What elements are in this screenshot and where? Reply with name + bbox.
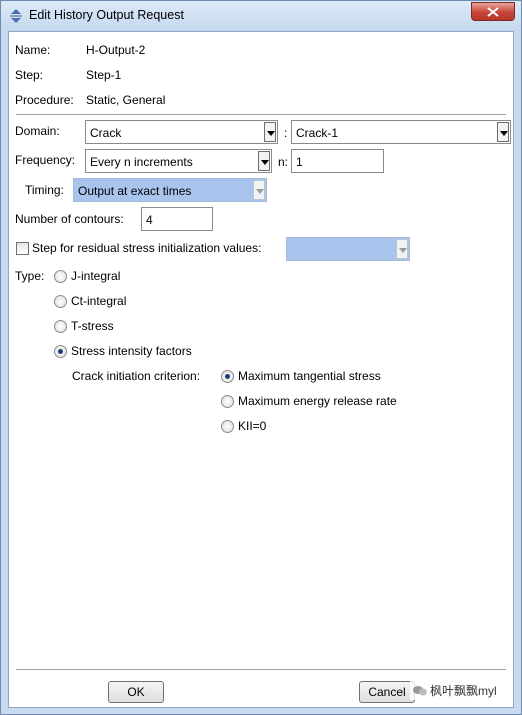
- dialog-body: Name: H-Output-2 Step: Step-1 Procedure:…: [8, 31, 514, 708]
- close-icon: [487, 7, 499, 17]
- step-value: Step-1: [86, 68, 122, 82]
- n-input[interactable]: 1: [291, 149, 384, 173]
- ok-button[interactable]: OK: [108, 681, 164, 703]
- residual-label: Step for residual stress initialization …: [32, 241, 262, 255]
- type-label: Type:: [15, 269, 45, 283]
- option-max-energy-release-rate[interactable]: Maximum energy release rate: [238, 394, 397, 408]
- chat-bubble-icon: [413, 686, 427, 696]
- option-kii-zero[interactable]: KII=0: [238, 419, 266, 433]
- watermark: 枫叶飘飘myl: [410, 681, 500, 700]
- radio-kii-zero[interactable]: [221, 420, 234, 433]
- option-stress-intensity-factors[interactable]: Stress intensity factors: [71, 344, 192, 358]
- timing-label: Timing:: [25, 183, 64, 197]
- frequency-value: Every n increments: [90, 155, 193, 169]
- chevron-down-icon[interactable]: [264, 122, 276, 142]
- timing-value: Output at exact times: [78, 184, 192, 198]
- option-ct-integral[interactable]: Ct-integral: [71, 294, 126, 308]
- contours-label: Number of contours:: [15, 212, 124, 226]
- residual-checkbox[interactable]: [16, 242, 29, 255]
- cancel-button[interactable]: Cancel: [359, 681, 415, 703]
- procedure-label: Procedure:: [15, 93, 74, 107]
- dialog-window: Edit History Output Request Name: H-Outp…: [0, 0, 522, 715]
- chevron-down-icon[interactable]: [497, 122, 509, 142]
- radio-max-tangential-stress[interactable]: [221, 370, 234, 383]
- watermark-text: 枫叶飘飘myl: [430, 684, 497, 698]
- close-button[interactable]: [471, 2, 515, 21]
- frequency-select[interactable]: Every n increments: [85, 149, 272, 173]
- app-icon: [10, 9, 22, 23]
- chevron-down-icon[interactable]: [396, 239, 408, 259]
- title-bar[interactable]: Edit History Output Request: [1, 1, 521, 31]
- radio-max-energy-release-rate[interactable]: [221, 395, 234, 408]
- radio-t-stress[interactable]: [54, 320, 67, 333]
- procedure-value: Static, General: [86, 93, 166, 107]
- n-value: 1: [296, 155, 303, 169]
- step-label: Step:: [15, 68, 44, 82]
- timing-select[interactable]: Output at exact times: [73, 178, 267, 202]
- domain-type-value: Crack: [90, 126, 122, 140]
- criterion-label: Crack initiation criterion:: [72, 369, 201, 383]
- domain-separator: :: [284, 126, 288, 140]
- contours-value: 4: [146, 213, 153, 227]
- radio-j-integral[interactable]: [54, 270, 67, 283]
- domain-target-select[interactable]: Crack-1: [291, 120, 511, 144]
- chevron-down-icon[interactable]: [253, 180, 265, 200]
- domain-target-value: Crack-1: [296, 126, 339, 140]
- divider: [16, 114, 506, 116]
- option-t-stress[interactable]: T-stress: [71, 319, 114, 333]
- residual-step-select[interactable]: [286, 237, 410, 261]
- radio-stress-intensity-factors[interactable]: [54, 345, 67, 358]
- frequency-label: Frequency:: [15, 153, 76, 167]
- domain-label: Domain:: [15, 124, 60, 138]
- footer-divider: [16, 669, 506, 671]
- name-value: H-Output-2: [86, 43, 146, 57]
- name-label: Name:: [15, 43, 51, 57]
- radio-ct-integral[interactable]: [54, 295, 67, 308]
- chevron-down-icon[interactable]: [258, 151, 270, 171]
- window-title: Edit History Output Request: [29, 8, 184, 22]
- contours-input[interactable]: 4: [141, 207, 213, 231]
- option-max-tangential-stress[interactable]: Maximum tangential stress: [238, 369, 381, 383]
- n-label: n:: [278, 155, 289, 169]
- domain-type-select[interactable]: Crack: [85, 120, 278, 144]
- option-j-integral[interactable]: J-integral: [71, 269, 120, 283]
